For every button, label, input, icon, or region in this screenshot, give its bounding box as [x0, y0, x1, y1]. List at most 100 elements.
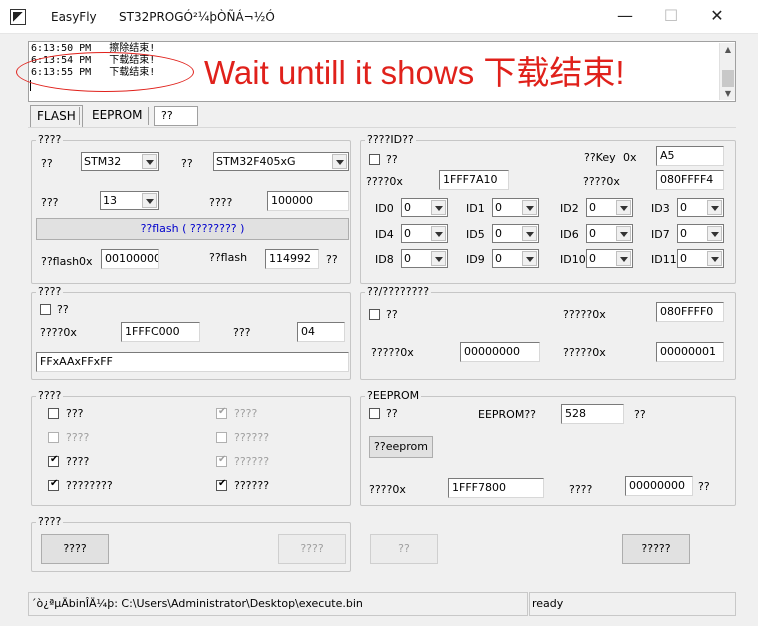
option-enable-checkbox[interactable]: [40, 304, 51, 315]
chevron-down-icon[interactable]: [522, 226, 537, 241]
operation-checkbox[interactable]: [48, 408, 59, 419]
chevron-down-icon[interactable]: [707, 251, 722, 266]
chevron-down-icon[interactable]: [616, 226, 631, 241]
status-file: ´ò¿ªµÄbinÎÄ¼þ: C:\Users\Administrator\De…: [28, 592, 528, 616]
eeprom-value-input[interactable]: 00000000: [625, 476, 693, 496]
operation-checkbox[interactable]: [216, 454, 227, 467]
operation-checkbox[interactable]: [216, 478, 227, 491]
baud-input[interactable]: 100000: [267, 191, 349, 211]
chevron-down-icon[interactable]: [332, 154, 347, 169]
chevron-down-icon[interactable]: [616, 251, 631, 266]
group-title: ????: [36, 133, 64, 146]
chevron-down-icon[interactable]: [522, 200, 537, 215]
id-value: 0: [495, 252, 502, 265]
eeprom-size-unit: ??: [634, 408, 646, 421]
port-select[interactable]: 13: [100, 191, 159, 210]
id-label: ID2: [560, 202, 579, 215]
id-label: ID5: [466, 228, 485, 241]
chevron-down-icon[interactable]: [431, 200, 446, 215]
log-scrollbar[interactable]: ▲ ▼: [719, 43, 735, 100]
execute-button[interactable]: ?????: [622, 534, 690, 564]
flash-size-unit: ??: [326, 253, 338, 266]
eeprom-enable-label: ??: [386, 407, 398, 420]
minimize-button[interactable]: —: [602, 0, 648, 34]
serial-enable-checkbox[interactable]: [369, 309, 380, 320]
chevron-down-icon[interactable]: [431, 251, 446, 266]
id-label: ID6: [560, 228, 579, 241]
scroll-down-icon[interactable]: ▼: [720, 87, 736, 100]
id-select[interactable]: 0: [401, 249, 448, 268]
tab-third[interactable]: ??: [154, 106, 198, 126]
tab-flash[interactable]: FLASH: [30, 105, 83, 127]
option-address-label: ????0x: [40, 326, 77, 339]
actions-group: ???? ???? ????: [31, 516, 351, 572]
option-bytes-input[interactable]: FFxAAxFFxFF: [36, 352, 349, 372]
chevron-down-icon[interactable]: [707, 200, 722, 215]
chevron-down-icon[interactable]: [707, 226, 722, 241]
scroll-thumb[interactable]: [722, 70, 734, 87]
id-select[interactable]: 0: [401, 224, 448, 243]
id-store-input[interactable]: 080FFFF4: [656, 170, 724, 190]
operation-checkbox[interactable]: [216, 432, 227, 443]
operation-checkbox[interactable]: [48, 432, 59, 443]
option-length-input[interactable]: 04: [297, 322, 345, 342]
id-label: ID0: [375, 202, 394, 215]
read-eeprom-button[interactable]: ??eeprom: [369, 436, 433, 458]
eeprom-value-label: ????: [569, 483, 593, 496]
id-select[interactable]: 0: [677, 198, 724, 217]
chevron-down-icon[interactable]: [616, 200, 631, 215]
eeprom-enable-checkbox[interactable]: [369, 408, 380, 419]
eeprom-address-input[interactable]: 1FFF7800: [448, 478, 544, 498]
operation-label: ??????: [234, 479, 270, 492]
flash-address-input[interactable]: 00100000: [101, 249, 159, 269]
serial-address-input[interactable]: 080FFFF0: [656, 302, 724, 322]
chevron-down-icon[interactable]: [142, 193, 157, 208]
id-select[interactable]: 0: [492, 249, 539, 268]
serial-start-input[interactable]: 00000000: [460, 342, 540, 362]
read-flash-button[interactable]: ??flash ( ???????? ): [36, 218, 349, 240]
id-select[interactable]: 0: [586, 198, 633, 217]
id-address-input[interactable]: 1FFF7A10: [439, 170, 509, 190]
option-address-input[interactable]: 1FFFC000: [121, 322, 200, 342]
option-enable-label: ??: [57, 303, 69, 316]
id-value: 0: [589, 201, 596, 214]
tab-eeprom[interactable]: EEPROM: [86, 105, 149, 127]
title-bar[interactable]: EasyFly ST32PROGÓ²¼þÒÑÁ¬½Ó — ☐ ✕: [0, 0, 758, 34]
id-select[interactable]: 0: [586, 249, 633, 268]
operation-label: ????: [66, 431, 90, 444]
eeprom-size-label: EEPROM??: [478, 408, 537, 421]
model-select[interactable]: STM32F405xG: [213, 152, 349, 171]
scroll-up-icon[interactable]: ▲: [720, 43, 736, 57]
action-button-1[interactable]: ????: [41, 534, 109, 564]
id-value: 0: [680, 252, 687, 265]
chevron-down-icon[interactable]: [142, 154, 157, 169]
id-select[interactable]: 0: [401, 198, 448, 217]
operation-checkbox[interactable]: [216, 406, 227, 419]
id-value: 0: [404, 201, 411, 214]
id-select[interactable]: 0: [677, 249, 724, 268]
id-select[interactable]: 0: [492, 198, 539, 217]
id-enable-label: ??: [386, 153, 398, 166]
id-select[interactable]: 0: [492, 224, 539, 243]
chevron-down-icon[interactable]: [431, 226, 446, 241]
flash-size-input[interactable]: 114992: [265, 249, 319, 269]
serial-step-input[interactable]: 00000001: [656, 342, 724, 362]
eeprom-size-input[interactable]: 528: [561, 404, 624, 424]
operation-checkbox[interactable]: [48, 454, 59, 467]
maximize-button[interactable]: ☐: [648, 0, 694, 34]
operation-checkbox[interactable]: [48, 478, 59, 491]
id-enable-checkbox[interactable]: [369, 154, 380, 165]
port-label: ???: [41, 196, 59, 209]
flash-address-label: ??flash0x: [41, 255, 93, 268]
id-select[interactable]: 0: [586, 224, 633, 243]
operation-label: ??????: [234, 431, 270, 444]
close-button[interactable]: ✕: [694, 0, 740, 34]
series-value: STM32: [84, 155, 122, 168]
operation-label: ????: [234, 407, 258, 420]
key-input[interactable]: A5: [656, 146, 724, 166]
id-select[interactable]: 0: [677, 224, 724, 243]
action-button-2[interactable]: ????: [278, 534, 346, 564]
chevron-down-icon[interactable]: [522, 251, 537, 266]
middle-button[interactable]: ??: [370, 534, 438, 564]
series-select[interactable]: STM32: [81, 152, 159, 171]
